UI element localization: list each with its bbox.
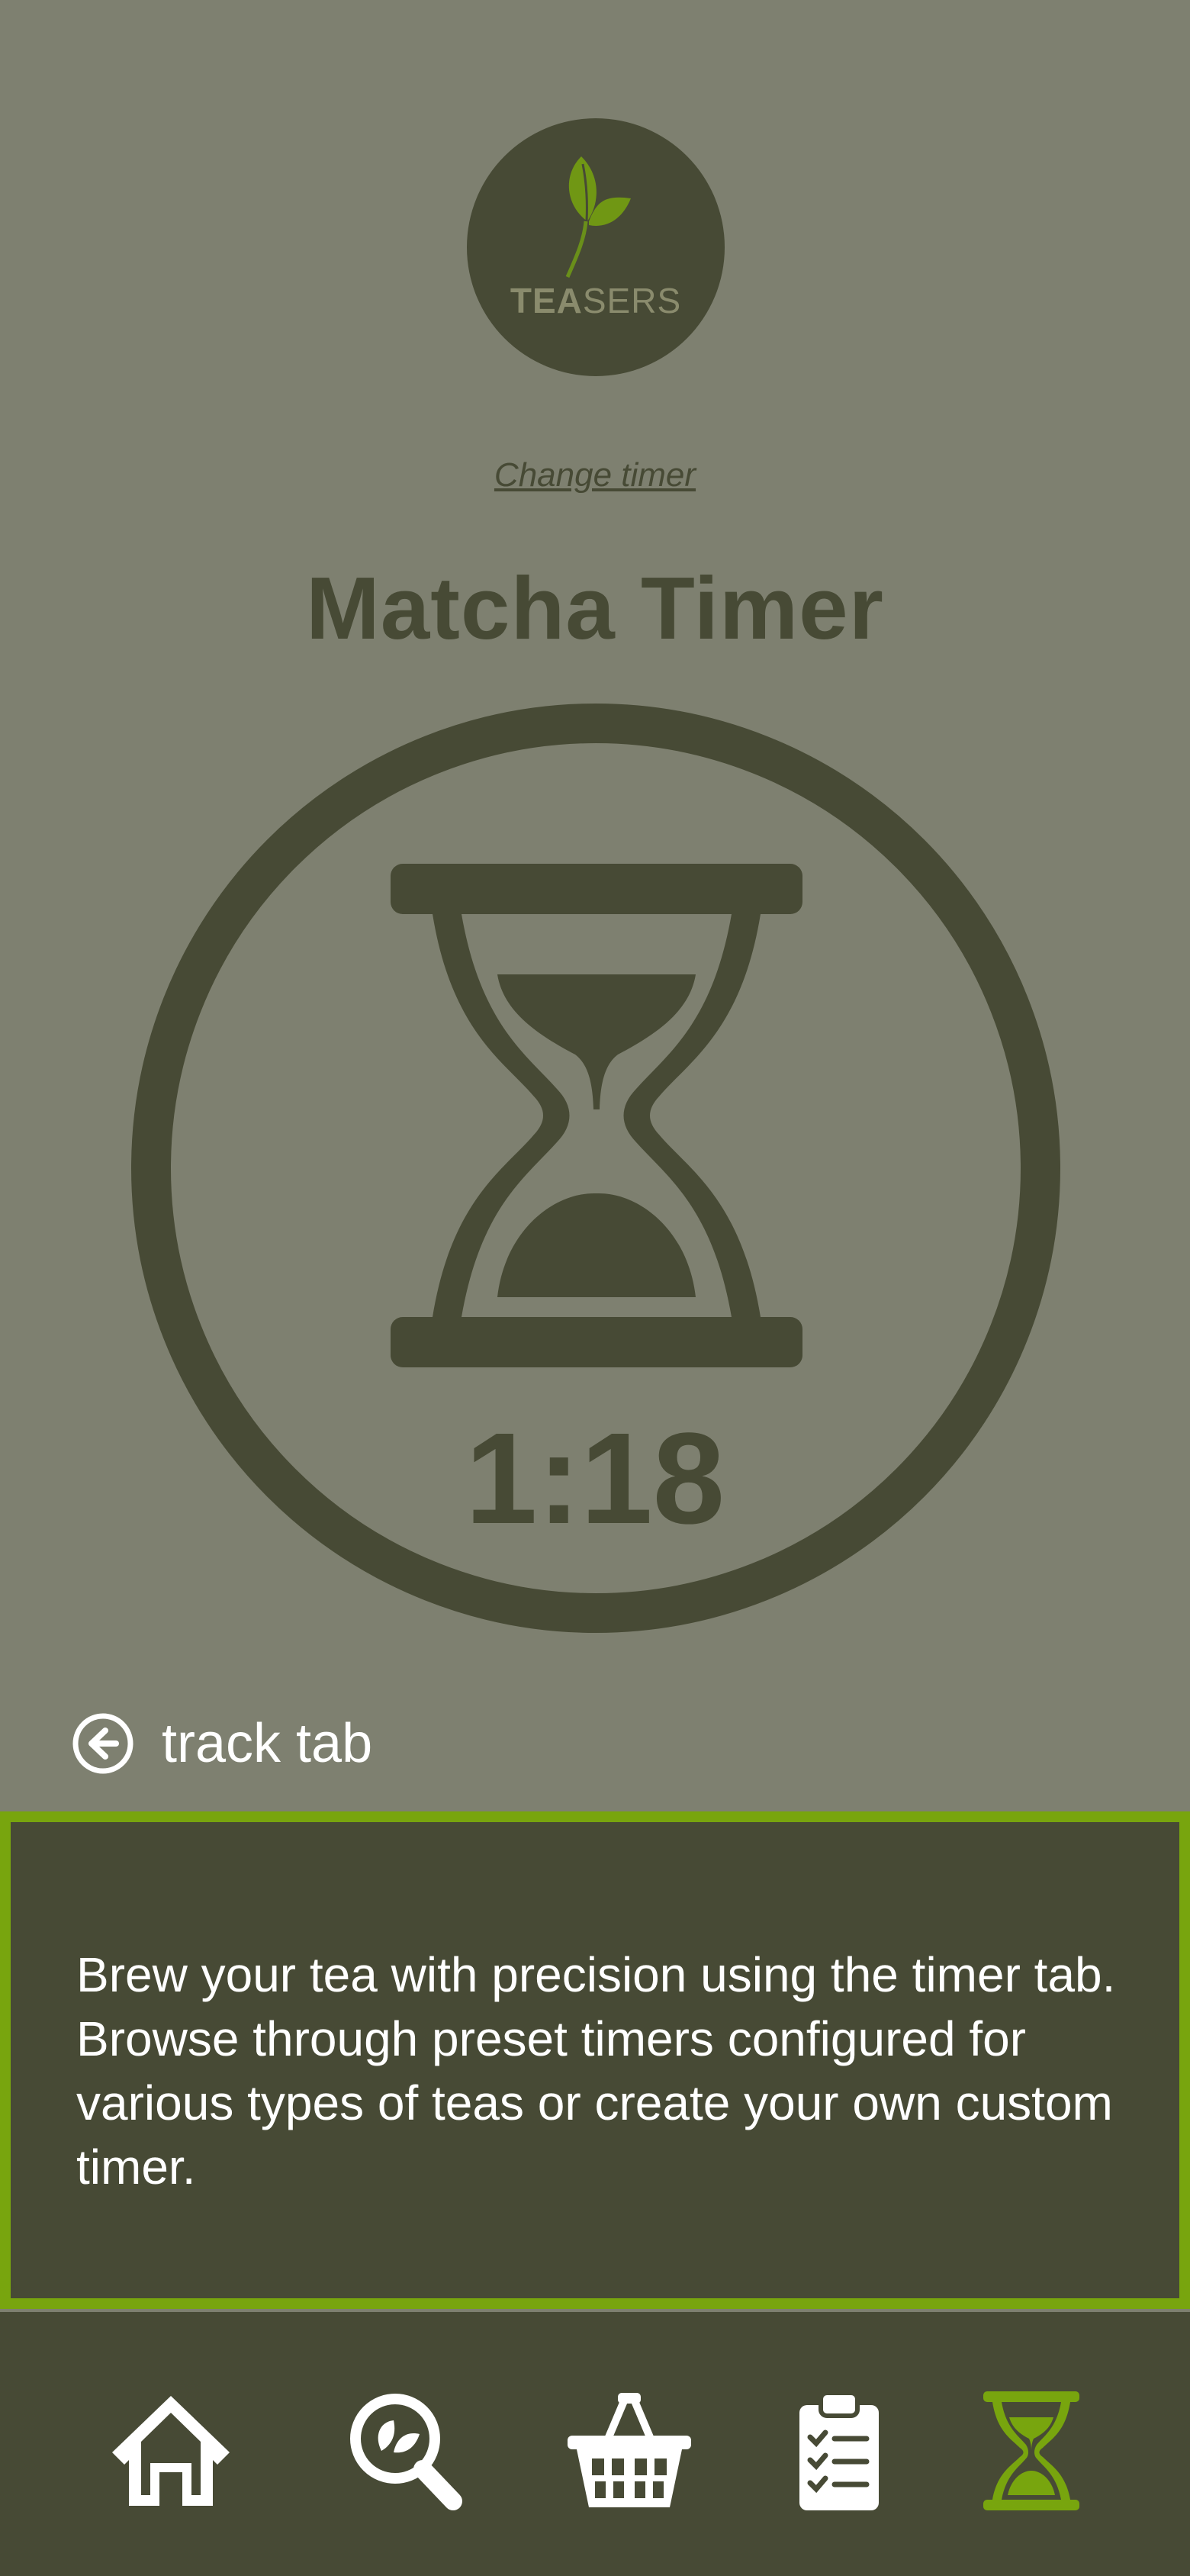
back-arrow-circle-icon [72,1713,133,1774]
page-title: Matcha Timer [306,559,884,658]
timer-display: 1:18 [465,1406,725,1551]
track-tab-label: track tab [162,1713,373,1774]
teasers-logo: TEASERS [467,118,725,376]
tea-leaf-logo-icon [565,156,631,278]
home-icon [112,2396,230,2506]
change-timer-link[interactable]: Change timer [0,456,1190,494]
basket-icon [568,2393,691,2507]
nav-search[interactable] [339,2382,476,2520]
bottom-nav [0,2312,1190,2576]
info-text: Brew your tea with precision using the t… [76,1947,1116,2194]
search-leaf-icon [350,2394,462,2510]
hourglass-icon [983,2391,1079,2510]
clipboard-checklist-icon [799,2391,879,2510]
logo-text-tea: TEA [510,281,583,320]
track-tab-button[interactable]: track tab [72,1709,372,1778]
nav-log[interactable] [770,2382,908,2520]
nav-timer[interactable] [963,2382,1100,2520]
logo-text: TEASERS [467,280,725,321]
nav-home[interactable] [102,2382,240,2520]
hourglass-icon [391,864,802,1367]
nav-basket[interactable] [561,2382,698,2520]
info-panel: Brew your tea with precision using the t… [0,1811,1190,2309]
logo-text-sers: SERS [582,281,682,320]
